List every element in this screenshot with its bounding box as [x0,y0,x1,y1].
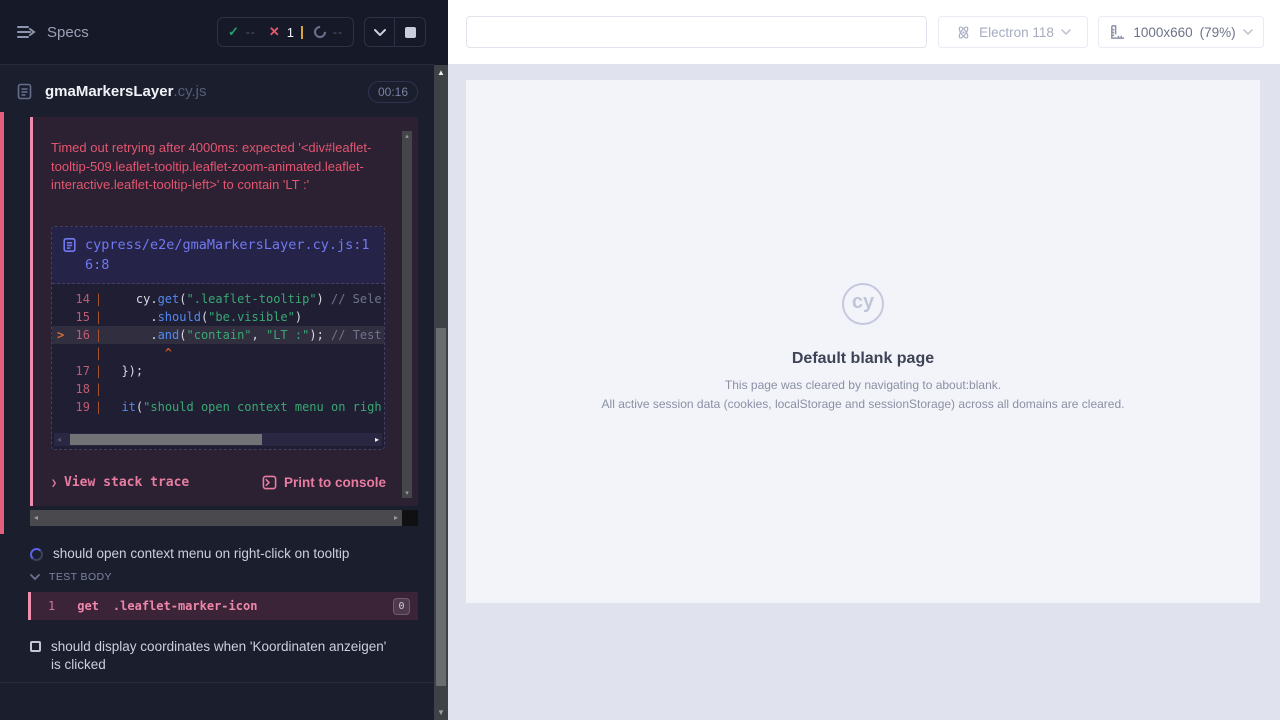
console-icon [262,475,277,490]
passed-count: -- [246,25,256,39]
code-line: | ^ [52,344,384,362]
blank-page-line2: All active session data (cookies, localS… [466,397,1260,411]
viewport-zoom: (79%) [1200,25,1236,40]
spec-duration-badge: 00:16 [368,81,418,103]
specs-title: Specs [47,24,89,41]
collapse-button[interactable] [365,18,395,46]
cypress-logo: cy [842,283,884,325]
cypress-app: Specs ✓ -- ✕ 1 -- [0,0,1280,720]
scroll-up-icon[interactable]: ▴ [402,132,412,140]
scroll-right-icon[interactable]: ▸ [375,433,379,446]
running-spinner-icon [30,548,43,561]
code-horizontal-scrollbar[interactable]: ◂ ▸ [54,433,382,446]
stats-group: ✓ -- ✕ 1 -- [217,17,354,47]
scroll-down-icon[interactable]: ▾ [402,489,412,497]
scroll-left-icon[interactable]: ◂ [57,433,61,446]
command-number: 1 [48,599,55,613]
code-line: 17| }); [52,362,384,380]
pending-square-icon [30,641,41,652]
blank-page-line1: This page was cleared by navigating to a… [466,378,1260,392]
reporter-header: Specs ✓ -- ✕ 1 -- [0,0,434,65]
error-panel: Timed out retrying after 4000ms: expecte… [30,117,418,506]
browser-select-button[interactable]: Electron 118 [938,16,1088,48]
ruler-icon [1109,24,1126,41]
scroll-up-icon[interactable]: ▲ [434,68,448,77]
sidebar-scrollbar-rail: ▲ ▼ [434,0,448,720]
browser-stage: Electron 118 1000x660 (79%) [448,0,1280,720]
code-frame-header[interactable]: cypress/e2e/gmaMarkersLayer.cy.js:16:8 [52,227,384,284]
error-file-link[interactable]: cypress/e2e/gmaMarkersLayer.cy.js:16:8 [85,235,373,275]
specs-menu-icon[interactable] [16,24,36,40]
view-stack-trace-link[interactable]: ❯View stack trace [51,475,189,490]
file-icon [62,237,77,253]
spec-name: gmaMarkersLayer [45,83,173,100]
scroll-thumb[interactable] [436,328,446,686]
test-title: should open context menu on right-click … [53,545,349,563]
test-item-context-menu[interactable]: should open context menu on right-click … [0,545,434,563]
browser-toolbar: Electron 118 1000x660 (79%) [448,0,1280,64]
code-line: 18| [52,380,384,398]
spec-extension: .cy.js [173,83,206,100]
scrollbar-corner [402,510,418,526]
code-line: 14| cy.get(".leaflet-tooltip") // Sele [52,290,384,308]
blank-page-title: Default blank page [466,350,1260,368]
code-lines: 14| cy.get(".leaflet-tooltip") // Sele15… [52,284,384,416]
scroll-down-icon[interactable]: ▼ [434,708,448,717]
reporter-sidebar: Specs ✓ -- ✕ 1 -- [0,0,434,720]
stop-button[interactable] [395,18,425,46]
scroll-left-icon[interactable]: ◂ [34,510,38,526]
code-line: 19| it("should open context menu on righ [52,398,384,416]
chevron-right-icon: ❯ [51,478,57,489]
pending-ring-icon [312,24,329,41]
url-input[interactable] [466,16,927,48]
cursor-bar [301,26,303,39]
sidebar-scrollbar[interactable]: ▲ ▼ [434,65,448,720]
failed-x-icon: ✕ [269,24,280,40]
blank-page-card: cy Default blank page This page was clea… [466,80,1260,603]
chevron-down-icon [1061,29,1071,35]
browser-label: Electron 118 [979,25,1054,40]
command-count-badge: 0 [393,598,410,615]
test-item-coordinates[interactable]: should display coordinates when 'Koordin… [0,638,434,674]
print-to-console-link[interactable]: Print to console [262,475,386,490]
command-row[interactable]: 1 get .leaflet-marker-icon 0 [28,592,418,620]
chevron-down-icon [1243,29,1253,35]
header-buttons [364,17,426,47]
code-line: 15| .should("be.visible") [52,308,384,326]
failed-test-strip [0,112,4,534]
viewport-size: 1000x660 [1133,25,1192,40]
viewport-select-button[interactable]: 1000x660 (79%) [1098,16,1264,48]
electron-icon [955,24,972,41]
sidebar-divider [0,682,434,683]
spec-file-icon [16,83,33,100]
scroll-right-icon[interactable]: ▸ [394,510,398,526]
error-actions: ❯View stack trace Print to console [51,475,386,490]
spec-row[interactable]: gmaMarkersLayer.cy.js 00:16 [0,66,434,117]
code-frame: cypress/e2e/gmaMarkersLayer.cy.js:16:8 1… [51,226,385,450]
chevron-down-icon [30,574,40,580]
failed-count: 1 [287,25,294,40]
error-vertical-scrollbar[interactable]: ▴ ▾ [402,131,412,498]
pending-count: -- [333,25,343,39]
aut-canvas: cy Default blank page This page was clea… [448,64,1280,720]
scroll-thumb[interactable] [70,434,262,445]
stop-icon [405,27,416,38]
command-selector: .leaflet-marker-icon [113,599,258,613]
passed-check-icon: ✓ [228,24,239,40]
test-body-label: TEST BODY [49,571,112,583]
test-title: should display coordinates when 'Koordin… [51,638,387,674]
test-body-toggle[interactable]: TEST BODY [0,571,434,583]
code-line: >16| .and("contain", "LT :"); // Test [52,326,384,344]
error-message: Timed out retrying after 4000ms: expecte… [51,139,381,195]
command-method: get [77,599,99,613]
error-horizontal-scrollbar[interactable]: ◂ ▸ [30,510,402,526]
